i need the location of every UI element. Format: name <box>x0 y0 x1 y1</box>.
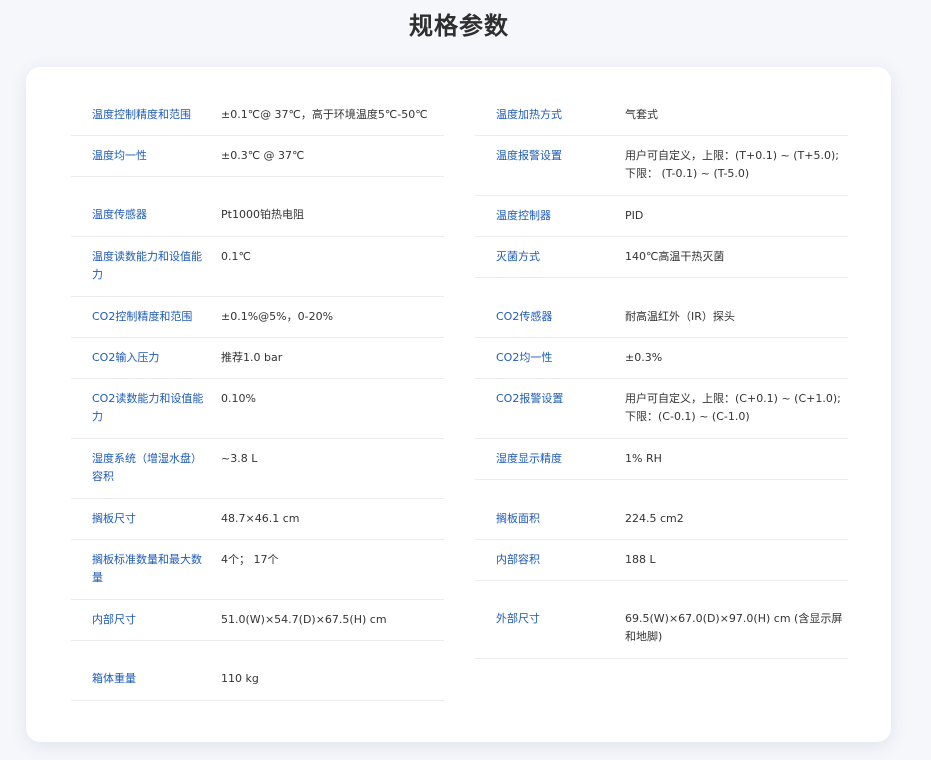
spec-row: 温度报警设置 用户可自定义，上限：(T+0.1) ~ (T+5.0);下限： (… <box>475 136 848 196</box>
spec-label: 温度均一性 <box>92 149 147 162</box>
spec-row: 温度加热方式 气套式 <box>475 95 848 136</box>
spec-row: 温度控制器 PID <box>475 196 848 237</box>
spec-value: 1% RH <box>625 452 662 465</box>
spec-label: 内部容积 <box>496 553 540 566</box>
spec-label: 温度读数能力和设值能力 <box>92 250 202 281</box>
spec-value: ±0.1%@5%，0-20% <box>221 310 334 323</box>
spec-value: 用户可自定义，上限：(T+0.1) ~ (T+5.0);下限： (T-0.1) … <box>625 149 839 180</box>
spec-label: 灭菌方式 <box>496 250 540 263</box>
spec-value: 140℃高温干热灭菌 <box>625 250 725 263</box>
spec-label: 温度传感器 <box>92 208 147 221</box>
spec-row: 外部尺寸 69.5(W)×67.0(D)×97.0(H) cm (含显示屏和地脚… <box>475 581 848 659</box>
spec-label: CO2控制精度和范围 <box>92 310 193 323</box>
spec-value: 69.5(W)×67.0(D)×97.0(H) cm (含显示屏和地脚) <box>625 612 843 643</box>
spec-row: CO2读数能力和设值能力 0.10% <box>71 379 444 439</box>
spec-row: 灭菌方式 140℃高温干热灭菌 <box>475 237 848 278</box>
spec-value: 耐高温红外（IR）探头 <box>625 310 735 323</box>
spec-value: ~3.8 L <box>221 452 258 465</box>
spec-row: 内部尺寸 51.0(W)×54.7(D)×67.5(H) cm <box>71 600 444 641</box>
spec-label: 箱体重量 <box>92 672 136 685</box>
spec-row: 搁板尺寸 48.7×46.1 cm <box>71 499 444 540</box>
page-title: 规格参数 <box>409 12 509 40</box>
spec-label: 湿度系统（增湿水盘）容积 <box>92 452 202 483</box>
spec-row: 湿度系统（增湿水盘）容积 ~3.8 L <box>71 439 444 499</box>
spec-value: 用户可自定义，上限：(C+0.1) ~ (C+1.0); 下限：(C-0.1) … <box>625 392 841 423</box>
spec-value: 4个； 17个 <box>221 553 279 566</box>
spec-value: 48.7×46.1 cm <box>221 512 300 525</box>
spec-value: ±0.1℃@ 37℃，高于环境温度5℃-50℃ <box>221 108 428 121</box>
spec-value: 188 L <box>625 553 656 566</box>
spec-value: 推荐1.0 bar <box>221 351 283 364</box>
spec-value: ±0.3℃ @ 37℃ <box>221 149 305 162</box>
spec-value: 224.5 cm2 <box>625 512 684 525</box>
spec-value: 110 kg <box>221 672 259 685</box>
spec-label: 温度控制器 <box>496 209 551 222</box>
spec-value: 0.1℃ <box>221 250 251 263</box>
spec-card: 温度控制精度和范围 ±0.1℃@ 37℃，高于环境温度5℃-50℃ 温度均一性 … <box>26 67 891 742</box>
spec-row: 温度传感器 Pt1000铂热电阻 <box>71 177 444 237</box>
spec-label: CO2读数能力和设值能力 <box>92 392 204 423</box>
spec-label: 外部尺寸 <box>496 612 540 625</box>
spec-row: 内部容积 188 L <box>475 540 848 581</box>
spec-label: CO2报警设置 <box>496 392 564 405</box>
spec-row: 搁板面积 224.5 cm2 <box>475 480 848 540</box>
spec-row: 箱体重量 110 kg <box>71 641 444 701</box>
spec-row: CO2均一性 ±0.3% <box>475 338 848 379</box>
spec-value: PID <box>625 209 644 222</box>
spec-label: 温度控制精度和范围 <box>92 108 191 121</box>
spec-row: 搁板标准数量和最大数量 4个； 17个 <box>71 540 444 600</box>
spec-row: 温度读数能力和设值能力 0.1℃ <box>71 237 444 297</box>
spec-label: 搁板标准数量和最大数量 <box>92 553 202 584</box>
spec-label: CO2传感器 <box>496 310 553 323</box>
spec-value: 51.0(W)×54.7(D)×67.5(H) cm <box>221 613 387 626</box>
spec-label: 湿度显示精度 <box>496 452 562 465</box>
spec-row: CO2输入压力 推荐1.0 bar <box>71 338 444 379</box>
spec-row: 湿度显示精度 1% RH <box>475 439 848 480</box>
spec-row: CO2控制精度和范围 ±0.1%@5%，0-20% <box>71 297 444 338</box>
spec-value: ±0.3% <box>625 351 663 364</box>
spec-label: 温度加热方式 <box>496 108 562 121</box>
spec-label: 搁板尺寸 <box>92 512 136 525</box>
spec-row: CO2报警设置 用户可自定义，上限：(C+0.1) ~ (C+1.0); 下限：… <box>475 379 848 439</box>
spec-value: 气套式 <box>625 108 658 121</box>
spec-label: 搁板面积 <box>496 512 540 525</box>
spec-label: 温度报警设置 <box>496 149 562 162</box>
spec-value: Pt1000铂热电阻 <box>221 208 304 221</box>
spec-row: 温度均一性 ±0.3℃ @ 37℃ <box>71 136 444 177</box>
spec-label: CO2输入压力 <box>92 351 160 364</box>
spec-row: 温度控制精度和范围 ±0.1℃@ 37℃，高于环境温度5℃-50℃ <box>71 95 444 136</box>
spec-value: 0.10% <box>221 392 256 405</box>
spec-label: 内部尺寸 <box>92 613 136 626</box>
spec-label: CO2均一性 <box>496 351 553 364</box>
spec-row: CO2传感器 耐高温红外（IR）探头 <box>475 278 848 338</box>
